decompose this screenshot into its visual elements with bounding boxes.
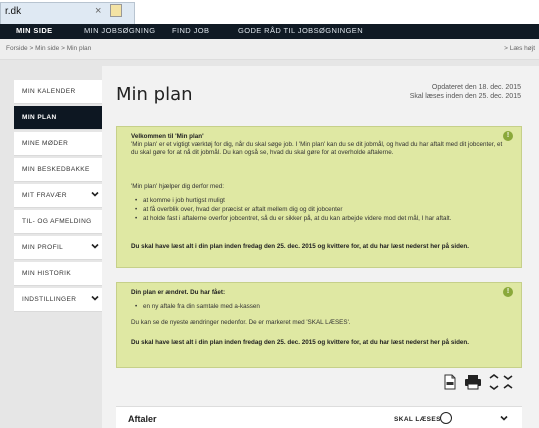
- welcome-heading: Velkommen til 'Min plan': [131, 133, 204, 140]
- sidebar-item-label: INDSTILLINGER: [22, 296, 77, 303]
- list-item: en ny aftale fra din samtale med a-kasse…: [135, 303, 507, 311]
- plan-meta: Opdateret den 18. dec. 2015 Skal læses i…: [410, 83, 521, 101]
- welcome-helps-intro: 'Min plan' hjælper dig derfor med:: [131, 183, 225, 190]
- breadcrumb-bar: Forside > Min side > Min plan > Læs højt: [0, 39, 539, 60]
- browser-tab-strip: r.dk ×: [0, 0, 539, 24]
- read-by-date: Skal læses inden den 25. dec. 2015: [409, 93, 521, 100]
- top-navigation: MIN SIDE MIN JOBSØGNING FIND JOB GODE RÅ…: [0, 24, 539, 39]
- sidebar-item-min-profil[interactable]: MIN PROFIL: [14, 236, 107, 260]
- nav-min-jobsoegning[interactable]: MIN JOBSØGNING: [84, 26, 155, 35]
- collapse-all-icon[interactable]: [502, 374, 514, 390]
- welcome-infobox: ! Velkommen til 'Min plan' 'Min plan' er…: [116, 126, 522, 268]
- sidebar-item-mit-fravaer[interactable]: MIT FRAVÆR: [14, 184, 107, 208]
- main-panel: Min plan Opdateret den 18. dec. 2015 Ska…: [102, 66, 539, 428]
- sidebar-item-min-kalender[interactable]: MIN KALENDER: [14, 80, 107, 104]
- sidebar-item-mine-moeder[interactable]: MINE MØDER: [14, 132, 107, 156]
- status-badge: SKAL LÆSES: [394, 416, 441, 423]
- chevron-down-icon[interactable]: [91, 294, 99, 302]
- page-title: Min plan: [116, 84, 193, 105]
- change-note: Du kan se de nyeste ændringer nedenfor. …: [131, 319, 351, 326]
- sidebar-item-til-og-afmelding[interactable]: TIL- OG AFMELDING: [14, 210, 107, 234]
- chevron-down-icon[interactable]: [91, 190, 99, 198]
- sidebar-item-indstillinger[interactable]: INDSTILLINGER: [14, 288, 107, 312]
- list-item: at holde fast i aftalerne overfor jobcen…: [135, 215, 507, 223]
- change-infobox: ! Din plan er ændret. Du har fået: en ny…: [116, 282, 522, 368]
- sidebar-item-label: MIN PLAN: [22, 114, 57, 121]
- read-aloud-link[interactable]: > Læs højt: [504, 45, 535, 52]
- expand-all-icon[interactable]: [488, 374, 500, 390]
- change-heading: Din plan er ændret. Du har fået:: [131, 289, 226, 296]
- pdf-icon[interactable]: [444, 374, 456, 390]
- breadcrumb[interactable]: Forside > Min side > Min plan: [6, 45, 91, 52]
- chevron-down-icon[interactable]: [91, 242, 99, 250]
- sidebar-item-label: MIN KALENDER: [22, 88, 76, 95]
- sidebar-item-label: MIN HISTORIK: [22, 270, 72, 277]
- sidebar-item-min-beskedbakke[interactable]: MIN BESKEDBAKKE: [14, 158, 107, 182]
- sidebar-item-label: MIT FRAVÆR: [22, 192, 67, 199]
- updated-date: Opdateret den 18. dec. 2015: [431, 84, 521, 91]
- welcome-intro: 'Min plan' er et vigtigt værktøj for dig…: [131, 141, 503, 156]
- list-item: at få overblik over, hvad der præcist er…: [135, 206, 507, 214]
- list-item: at komme i job hurtigst muligt: [135, 197, 507, 205]
- nav-min-side[interactable]: MIN SIDE: [16, 26, 53, 35]
- sidebar: MIN KALENDER MIN PLAN MINE MØDER MIN BES…: [14, 80, 107, 320]
- sidebar-item-label: MIN PROFIL: [22, 244, 64, 251]
- sidebar-item-min-historik[interactable]: MIN HISTORIK: [14, 262, 107, 286]
- section-title: Aftaler: [128, 414, 157, 424]
- browser-tab-title: r.dk: [5, 6, 22, 17]
- clock-icon: [440, 412, 452, 424]
- print-icon[interactable]: [464, 374, 482, 390]
- close-tab-icon[interactable]: ×: [95, 5, 101, 17]
- new-tab-icon[interactable]: [110, 4, 122, 17]
- sidebar-item-label: MIN BESKEDBAKKE: [22, 166, 90, 173]
- change-deadline: Du skal have læst alt i din plan inden f…: [131, 339, 470, 346]
- sidebar-item-label: MINE MØDER: [22, 140, 69, 147]
- toolbar: [444, 374, 524, 392]
- nav-find-job[interactable]: FIND JOB: [172, 26, 209, 35]
- sidebar-item-min-plan[interactable]: MIN PLAN: [14, 106, 107, 130]
- chevron-down-icon[interactable]: [500, 414, 508, 422]
- nav-gode-raad[interactable]: GODE RÅD TIL JOBSØGNINGEN: [238, 26, 363, 35]
- sidebar-item-label: TIL- OG AFMELDING: [22, 218, 92, 225]
- welcome-deadline: Du skal have læst alt i din plan inden f…: [131, 243, 470, 250]
- section-aftaler[interactable]: Aftaler SKAL LÆSES: [116, 406, 522, 428]
